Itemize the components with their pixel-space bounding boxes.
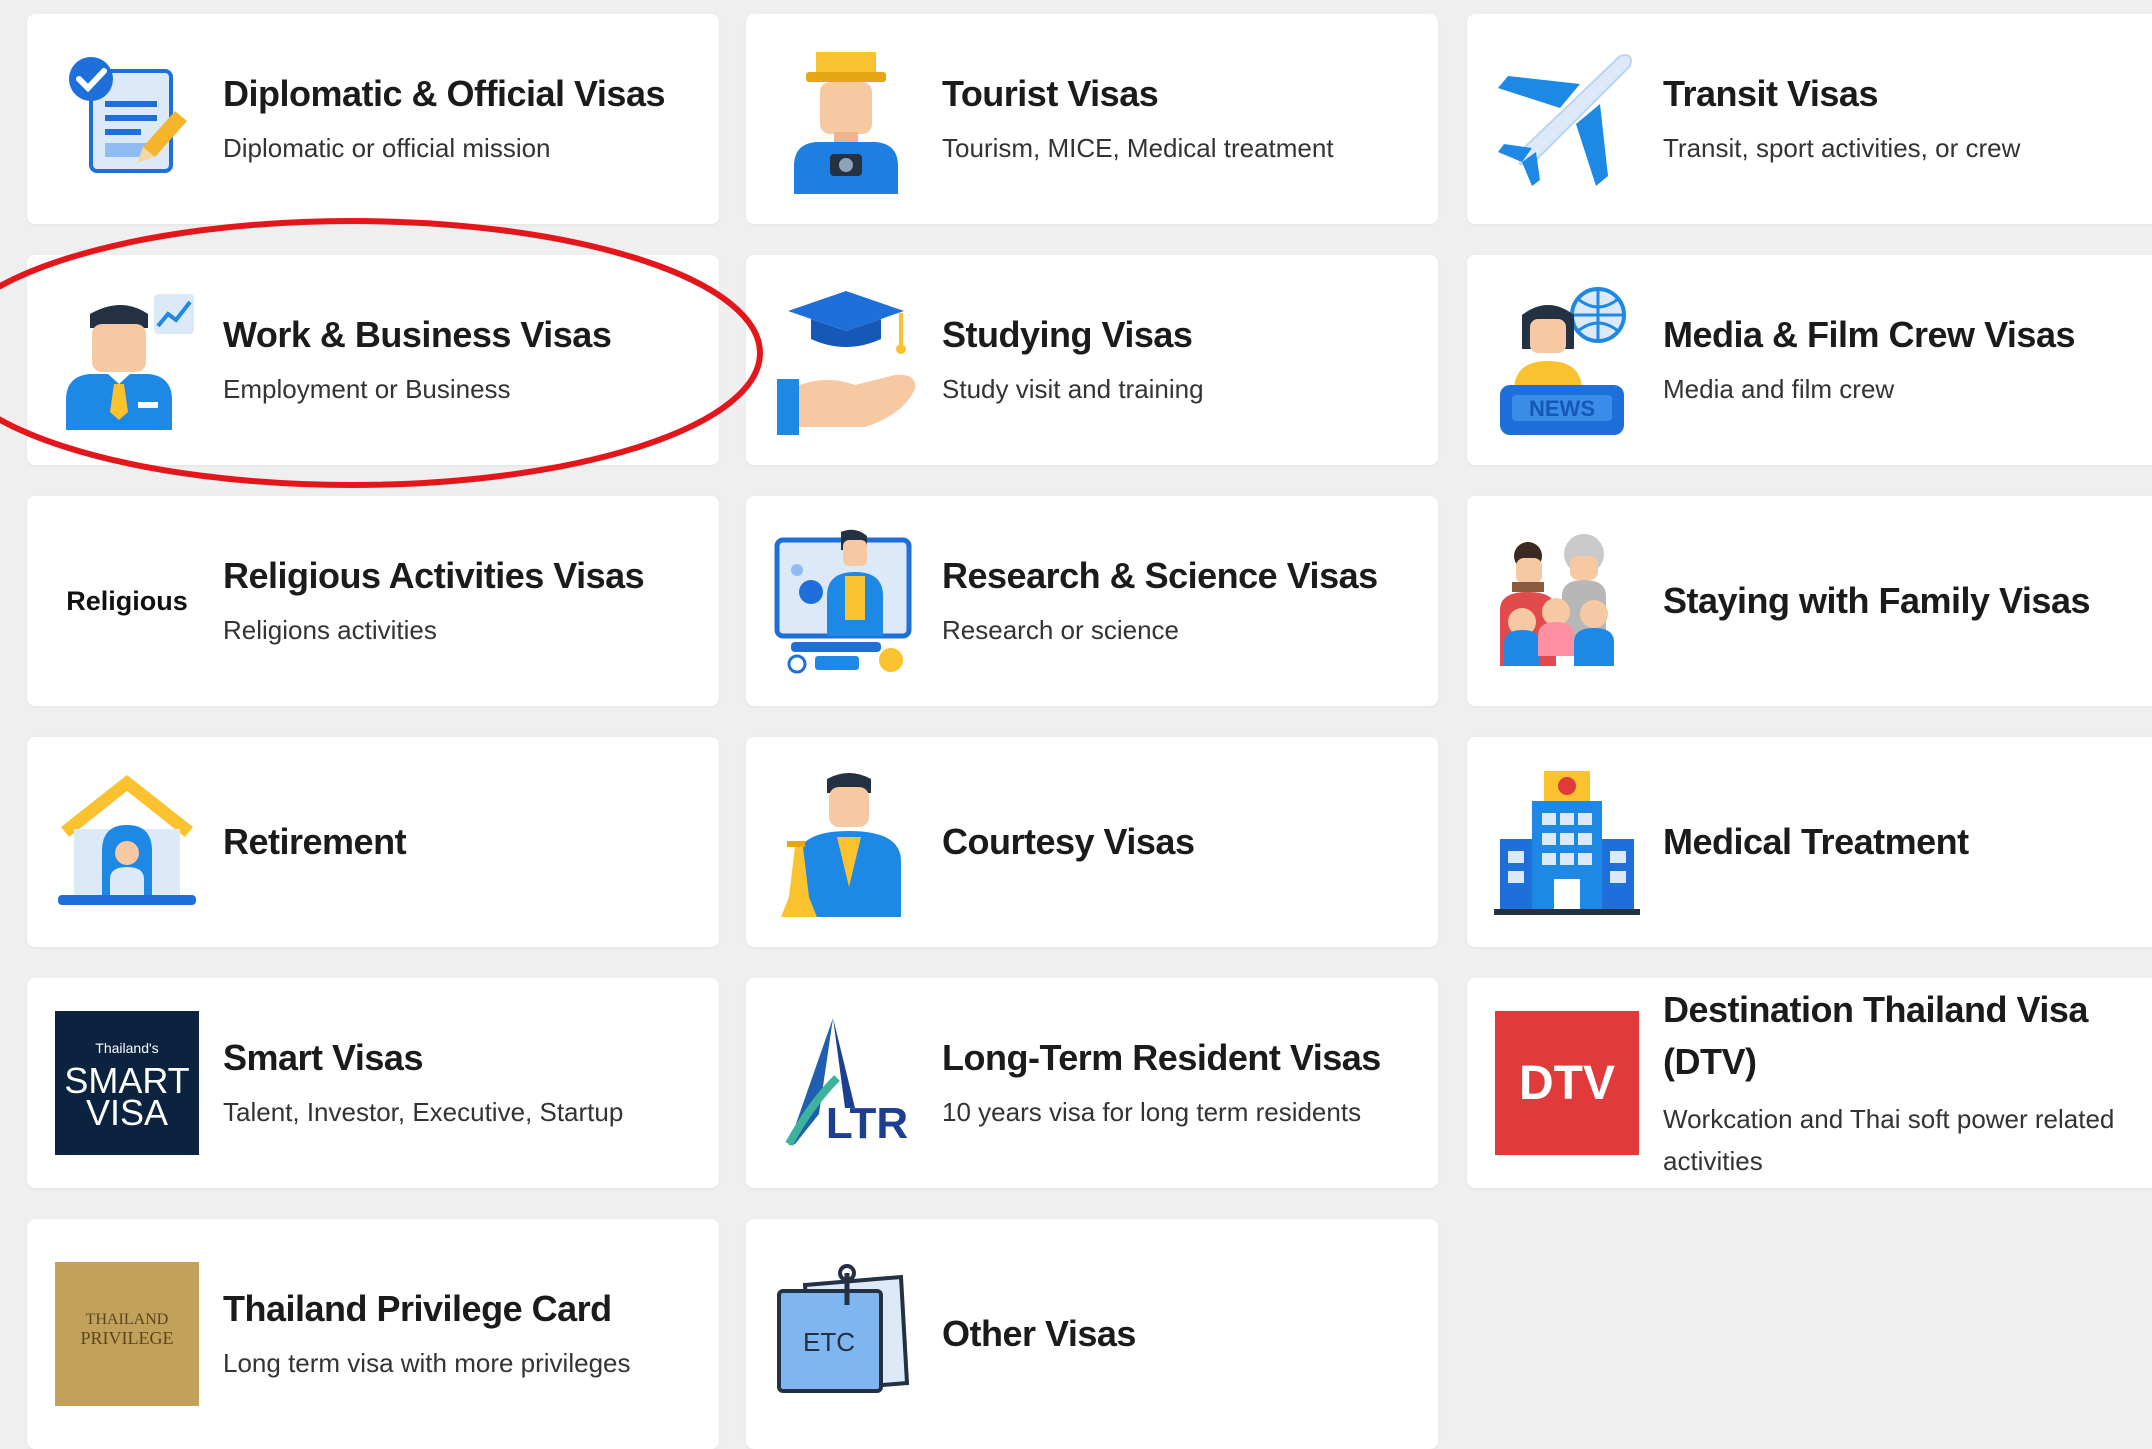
svg-text:NEWS: NEWS xyxy=(1529,396,1595,421)
card-subtitle: Workcation and Thai soft power related a… xyxy=(1663,1104,2115,1176)
card-subtitle: Study visit and training xyxy=(942,374,1204,404)
card-title: Destination Thailand Visa (DTV) xyxy=(1663,989,2088,1082)
card-subtitle: Media and film crew xyxy=(1663,374,1895,404)
hospital-icon xyxy=(1487,762,1647,922)
graduation-cap-icon xyxy=(766,280,926,440)
ltr-logo-icon: LTR xyxy=(766,1003,926,1163)
research-scientist-icon xyxy=(766,521,926,681)
visa-card-tourist[interactable]: Tourist Visas Tourism, MICE, Medical tre… xyxy=(746,14,1438,224)
visa-card-family[interactable]: Staying with Family Visas xyxy=(1467,496,2152,706)
card-title: Long-Term Resident Visas xyxy=(942,1037,1381,1078)
card-subtitle: Long term visa with more privileges xyxy=(223,1348,631,1378)
dtv-text: DTV xyxy=(1519,1057,1615,1110)
card-subtitle: Transit, sport activities, or crew xyxy=(1663,133,2021,163)
visa-card-ltr[interactable]: LTR Long-Term Resident Visas 10 years vi… xyxy=(746,978,1438,1188)
news-reporter-icon: NEWS xyxy=(1487,280,1647,440)
card-subtitle: 10 years visa for long term residents xyxy=(942,1097,1362,1127)
card-title: Diplomatic & Official Visas xyxy=(223,73,665,114)
visa-card-diplomatic[interactable]: Diplomatic & Official Visas Diplomatic o… xyxy=(27,14,719,224)
card-subtitle: Tourism, MICE, Medical treatment xyxy=(942,133,1334,163)
visa-card-dtv[interactable]: DTV Destination Thailand Visa (DTV) Work… xyxy=(1467,978,2152,1188)
card-title: Work & Business Visas xyxy=(223,314,612,355)
visa-card-other[interactable]: ETC Other Visas xyxy=(746,1219,1438,1449)
card-title: Transit Visas xyxy=(1663,73,1878,114)
etc-text: ETC xyxy=(803,1327,855,1357)
visa-card-privilege[interactable]: THAILAND PRIVILEGE Thailand Privilege Ca… xyxy=(27,1219,719,1449)
card-subtitle: Diplomatic or official mission xyxy=(223,133,551,163)
religious-icon-label: Religious xyxy=(66,585,188,616)
religious-text-icon: Religious xyxy=(47,521,207,681)
visa-card-medical[interactable]: Medical Treatment xyxy=(1467,737,2152,947)
card-title: Media & Film Crew Visas xyxy=(1663,314,2076,355)
visa-card-media-film[interactable]: NEWS Media & Film Crew Visas Media and f… xyxy=(1467,255,2152,465)
card-title: Other Visas xyxy=(942,1313,1136,1354)
visa-card-retirement[interactable]: Retirement xyxy=(27,737,719,947)
card-subtitle: Talent, Investor, Executive, Startup xyxy=(223,1097,624,1127)
thailand-privilege-logo-icon: THAILAND PRIVILEGE xyxy=(47,1254,207,1414)
card-subtitle: Research or science xyxy=(942,615,1179,645)
visa-card-work-business[interactable]: Work & Business Visas Employment or Busi… xyxy=(27,255,719,465)
card-title: Thailand Privilege Card xyxy=(223,1288,612,1329)
card-title: Medical Treatment xyxy=(1663,821,1969,862)
privilege-bottom-text: PRIVILEGE xyxy=(81,1328,174,1348)
card-title: Studying Visas xyxy=(942,314,1193,355)
airplane-icon xyxy=(1487,39,1647,199)
card-title: Tourist Visas xyxy=(942,73,1159,114)
dtv-logo-icon: DTV xyxy=(1487,1003,1647,1163)
privilege-top-text: THAILAND xyxy=(86,1311,169,1328)
card-subtitle: Religions activities xyxy=(223,615,437,645)
card-title: Research & Science Visas xyxy=(942,555,1378,596)
tourist-icon xyxy=(766,39,926,199)
visa-card-courtesy[interactable]: Courtesy Visas xyxy=(746,737,1438,947)
courtesy-greeting-icon xyxy=(766,762,926,922)
etc-clipboard-icon: ETC xyxy=(766,1254,926,1414)
family-icon xyxy=(1487,521,1647,681)
smart-visa-word-visa: VISA xyxy=(86,1092,168,1133)
visa-card-transit[interactable]: Transit Visas Transit, sport activities,… xyxy=(1467,14,2152,224)
card-title: Religious Activities Visas xyxy=(223,555,645,596)
visa-card-religious[interactable]: Religious Religious Activities Visas Rel… xyxy=(27,496,719,706)
ltr-text: LTR xyxy=(826,1099,908,1148)
visa-card-smart[interactable]: Thailand's SMART VISA Smart Visas Talent… xyxy=(27,978,719,1188)
card-subtitle: Employment or Business xyxy=(223,374,511,404)
card-title: Staying with Family Visas xyxy=(1663,580,2091,621)
diplomatic-document-icon xyxy=(47,39,207,199)
card-title: Retirement xyxy=(223,821,407,862)
card-title: Smart Visas xyxy=(223,1037,423,1078)
smart-visa-small-text: Thailand's xyxy=(95,1040,158,1056)
smart-visa-logo-icon: Thailand's SMART VISA xyxy=(47,1003,207,1163)
retirement-house-icon xyxy=(47,762,207,922)
businessman-icon xyxy=(47,280,207,440)
visa-card-studying[interactable]: Studying Visas Study visit and training xyxy=(746,255,1438,465)
card-title: Courtesy Visas xyxy=(942,821,1195,862)
visa-card-research-science[interactable]: Research & Science Visas Research or sci… xyxy=(746,496,1438,706)
